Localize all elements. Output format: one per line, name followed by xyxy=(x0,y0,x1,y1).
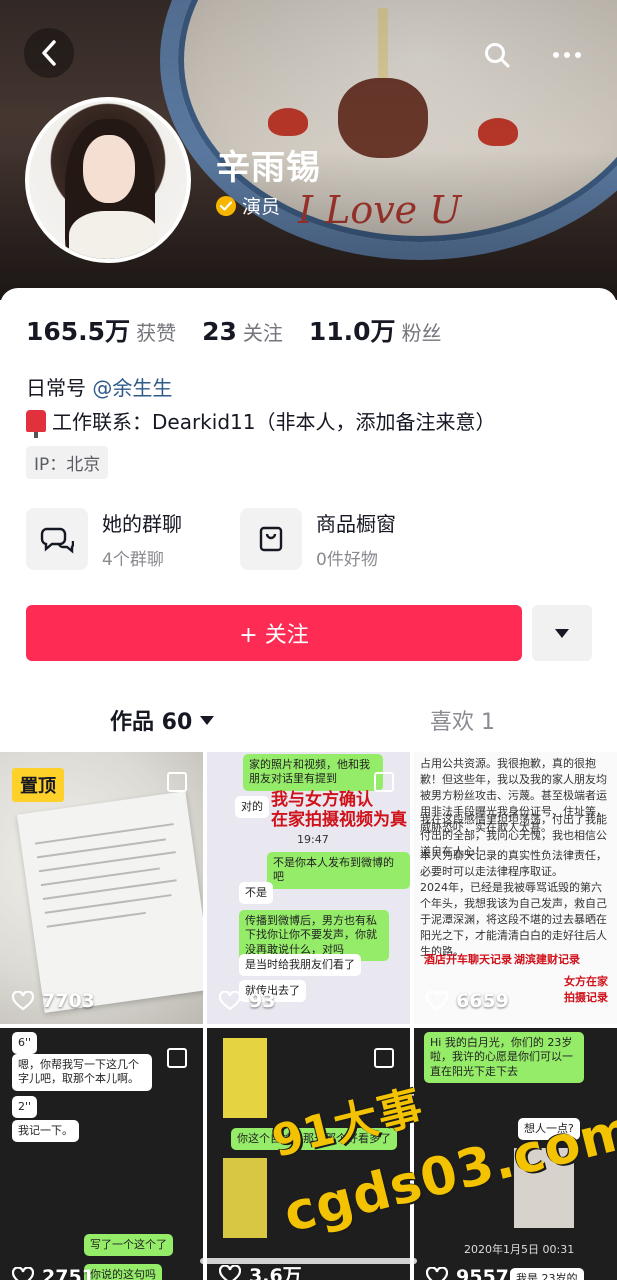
stat-followers[interactable]: 11.0万 粉丝 xyxy=(309,312,442,348)
triangle-down-icon xyxy=(200,715,215,725)
video-likes: 93 xyxy=(219,990,275,1012)
profile-name: 辛雨锡 xyxy=(216,148,321,188)
video-likes: 6659 xyxy=(426,990,509,1012)
video-likes: 7703 xyxy=(12,990,95,1012)
pinned-badge: 置顶 xyxy=(12,768,64,802)
verified-row: 演员 xyxy=(216,192,280,219)
chat-bubbles-icon xyxy=(26,508,88,570)
multi-image-icon xyxy=(167,772,187,792)
avatar[interactable] xyxy=(25,97,191,263)
more-button[interactable] xyxy=(542,30,592,80)
shop-window-entry[interactable]: 商品橱窗 0件好物 xyxy=(240,508,396,570)
tab-likes[interactable]: 喜欢 1 xyxy=(430,704,495,736)
heart-icon xyxy=(219,991,241,1011)
multi-image-icon xyxy=(374,1048,394,1068)
multi-image-icon xyxy=(167,1048,187,1068)
triangle-down-icon xyxy=(555,628,569,638)
video-thumbnail[interactable]: 置顶 7703 xyxy=(0,752,203,1024)
verified-label: 演员 xyxy=(242,196,281,218)
video-thumbnail[interactable]: 6'' 嗯，你帮我写一下这几个字儿吧，取那个本儿啊。 2'' 我记一下。 写了一… xyxy=(0,1028,203,1280)
video-thumbnail[interactable]: 占用公共资源。我很抱歉，真的很抱歉！但这些年，我以及我的家人朋友均被男方粉丝攻击… xyxy=(414,752,617,1024)
heart-icon xyxy=(426,991,448,1011)
tab-works[interactable]: 作品 60 xyxy=(110,704,215,736)
stats-row: 165.5万 获赞 23 关注 11.0万 粉丝 xyxy=(26,312,442,348)
group-chat-entry[interactable]: 她的群聊 4个群聊 xyxy=(26,508,182,570)
content-tabs: 作品 60 喜欢 1 xyxy=(0,688,617,750)
multi-image-icon xyxy=(374,772,394,792)
back-button[interactable] xyxy=(24,28,74,78)
handle-link[interactable]: @余生生 xyxy=(92,376,172,400)
follow-button[interactable]: + 关注 xyxy=(26,605,522,661)
home-indicator xyxy=(200,1258,417,1264)
bio-contact: 工作联系：Dearkid11（非本人，添加备注来意） xyxy=(26,406,495,438)
heart-icon xyxy=(219,1264,241,1280)
more-icon xyxy=(553,52,581,58)
stat-likes[interactable]: 165.5万 获赞 xyxy=(26,312,176,348)
ip-location-badge: IP：北京 xyxy=(26,446,109,479)
heart-icon xyxy=(12,991,34,1011)
search-icon xyxy=(485,43,510,68)
shopping-bag-icon xyxy=(240,508,302,570)
video-thumbnail[interactable]: 家的照片和视频，他和我朋友对话里有提到 对的 我与女方确认 在家拍摄视频为真 1… xyxy=(207,752,410,1024)
stat-following[interactable]: 23 关注 xyxy=(202,317,283,346)
heart-icon xyxy=(12,1267,34,1280)
mailbox-icon xyxy=(26,409,46,438)
search-button[interactable] xyxy=(472,30,522,80)
recommend-dropdown-button[interactable] xyxy=(532,605,592,661)
daily-account-line: 日常号 @余生生 xyxy=(26,376,173,400)
chevron-left-icon xyxy=(42,40,56,66)
video-likes: 9557 xyxy=(426,1266,509,1280)
heart-icon xyxy=(426,1267,448,1280)
video-likes: 2751 xyxy=(12,1266,95,1280)
verified-check-icon xyxy=(216,195,236,216)
